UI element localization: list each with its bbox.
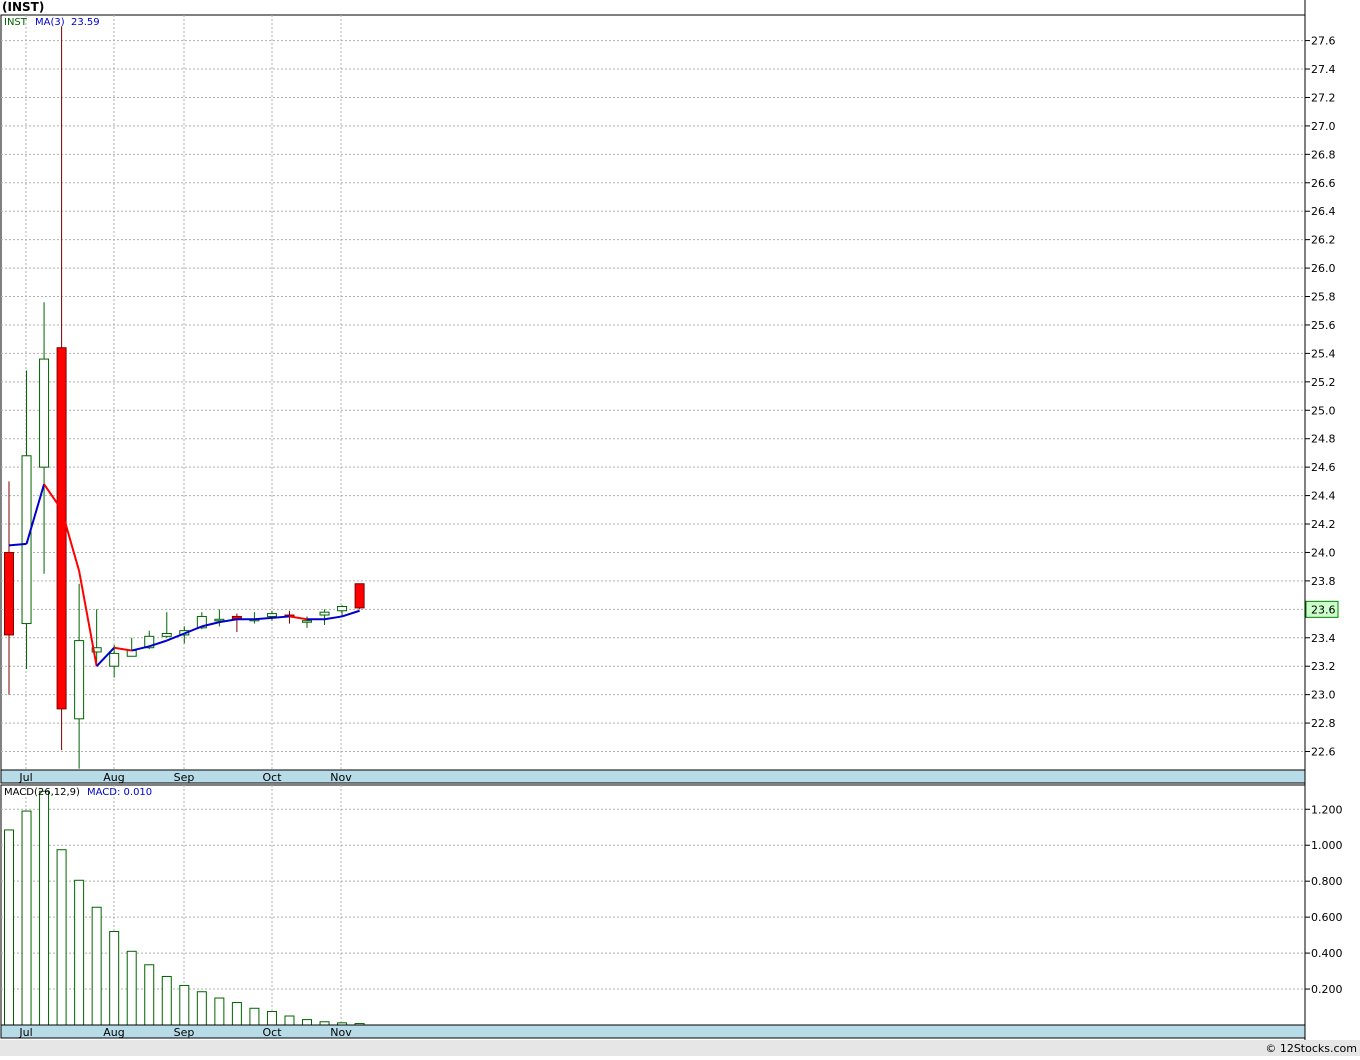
ma3-segment [271,615,290,619]
footer-band [0,1040,1360,1056]
candle-body [109,652,120,667]
current-price-label: 23.6 [1311,603,1336,616]
macd-month-label: Aug [103,1026,124,1039]
legend-indicator-value: 23.59 [71,17,100,28]
price-tick-label: 27.2 [1311,91,1336,104]
macd-month-label: Sep [174,1026,195,1039]
macd-tick-label: 1.200 [1311,803,1343,816]
macd-bar [161,975,172,1026]
price-tick-label: 23.0 [1311,689,1336,702]
macd-tick-label: 0.600 [1311,911,1343,924]
candle-body [74,640,85,720]
macd-title: MACD(26,12,9) [4,787,80,798]
price-tick-label: 26.8 [1311,148,1336,161]
price-month-label: Oct [262,771,282,784]
macd-bar [196,991,207,1026]
macd-bar [91,906,102,1026]
macd-bar [56,849,67,1026]
price-tick-label: 23.2 [1311,660,1336,673]
legend-indicator: MA(3) [35,17,65,28]
price-month-label: Aug [103,771,124,784]
price-tick-label: 25.4 [1311,347,1336,360]
price-tick-label: 25.0 [1311,404,1336,417]
macd-bar [302,1019,313,1026]
candle-body [126,650,137,657]
macd-tick-label: 0.800 [1311,875,1343,888]
price-tick-label: 23.4 [1311,632,1336,645]
stock-chart: (INST) 22.6 22.8 23.0 23.2 23.4 23.6 23.8 24.0 2… [0,0,1360,1056]
macd-tick-label: 0.400 [1311,947,1343,960]
macd-bar [214,997,225,1026]
candle-body [161,633,172,637]
macd-bar [39,790,50,1026]
macd-month-label: Oct [262,1026,282,1039]
macd-bar [249,1007,260,1026]
price-tick-label: 26.4 [1311,205,1336,218]
price-month-label: Jul [18,771,32,784]
macd-date-axis [0,1024,1306,1039]
candle-body [337,605,348,612]
candle-body [214,618,225,622]
macd-bar [144,964,155,1026]
macd-bar [266,1011,277,1026]
candlestick [354,583,365,610]
macd-bar [126,950,137,1026]
ma3-segment [8,542,27,547]
chart-svg: (INST) 22.6 22.8 23.0 23.2 23.4 23.6 23.8 24.0 2… [0,0,1360,1056]
price-month-label: Sep [174,771,195,784]
candle-body [266,613,277,617]
ma3-segment [254,616,273,621]
copyright-footer: © 12Stocks.com [1265,1042,1357,1055]
candle-body [21,455,32,625]
price-tick-label: 24.4 [1311,490,1336,503]
price-tick-label: 24.0 [1311,546,1336,559]
candle-body [56,347,67,710]
price-plot-frame [0,14,1306,771]
price-date-axis [0,769,1306,784]
price-tick-label: 26.6 [1311,177,1336,190]
price-tick-label: 27.0 [1311,120,1336,133]
chart-title: (INST) [2,0,44,14]
price-tick-label: 24.6 [1311,461,1336,474]
legend-symbol: INST [4,17,28,28]
macd-tick-label: 1.000 [1311,839,1343,852]
candle-body [354,583,365,609]
price-tick-label: 27.4 [1311,63,1336,76]
candle-body [39,358,50,468]
price-tick-label: 25.8 [1311,291,1336,304]
candle-body [4,551,14,636]
macd-bar [231,1002,242,1026]
macd-value-label: MACD: 0.010 [87,787,152,798]
macd-bar [74,879,85,1026]
macd-bar [21,810,32,1026]
price-tick-label: 26.2 [1311,234,1336,247]
macd-bar [4,829,14,1026]
price-tick-label: 25.6 [1311,319,1336,332]
price-tick-label: 27.6 [1311,35,1336,48]
price-tick-label: 25.2 [1311,376,1336,389]
price-tick-label: 23.8 [1311,575,1336,588]
macd-bar [179,984,190,1026]
price-tick-label: 22.6 [1311,746,1336,759]
macd-tick-label: 0.200 [1311,983,1343,996]
macd-month-label: Jul [18,1026,32,1039]
price-tick-label: 24.8 [1311,433,1336,446]
macd-month-label: Nov [330,1026,352,1039]
price-tick-label: 24.2 [1311,518,1336,531]
price-month-label: Nov [330,771,352,784]
price-tick-label: 22.8 [1311,717,1336,730]
candle-body [319,611,330,616]
price-tick-label: 26.0 [1311,262,1336,275]
macd-bar [284,1015,295,1026]
macd-bar [109,931,120,1026]
candle-body [302,620,313,623]
